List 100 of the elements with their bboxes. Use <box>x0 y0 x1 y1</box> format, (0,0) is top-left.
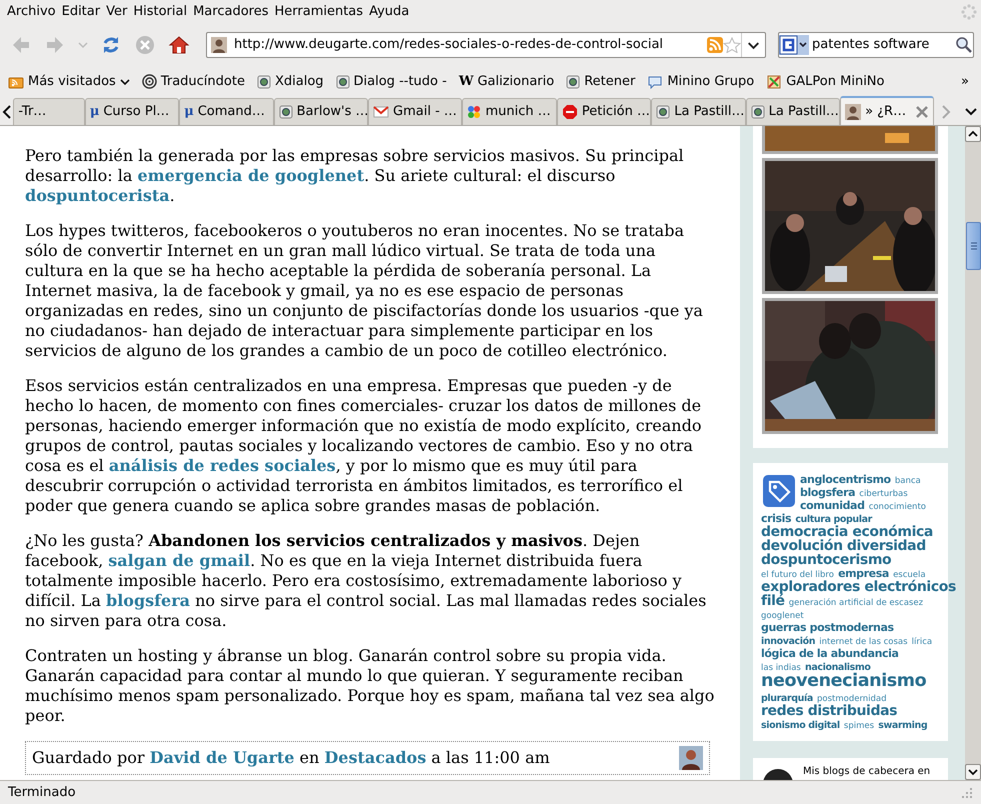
mail-icon <box>373 106 390 118</box>
bookmark-item[interactable]: Dialog --tudo - <box>332 70 451 94</box>
link[interactable]: David de Ugarte <box>150 748 294 767</box>
paragraph: Esos servicios están centralizados en una empresa. Empresas que pueden -y de hecho lo hacen, de momento con fines comerciales- cruzar los datos de millones de personas, haciendo emerger información que no existía de modo explícito, creando grupos de control, pautas sociales y localizando vectores de cambio. Eso y no otra cosa es el análisis de redes sociales, y por lo mismo que es muy útil para descubrir corrupción o actividad terrorista en ámbitos limitados, es terrorífico el poder que genera cuando se aplica sobre grandes masas de población. <box>25 376 702 516</box>
link[interactable]: dospuntocerista <box>25 186 170 205</box>
tag-link[interactable]: ciberturbas <box>859 489 908 499</box>
menu-item[interactable]: Editar <box>58 0 104 25</box>
bookmark-item[interactable]: Minino Grupo <box>643 70 758 94</box>
tag-link[interactable]: conocimiento <box>868 502 926 512</box>
tag-link[interactable]: las indias <box>761 663 801 673</box>
tag-link[interactable]: dospuntocerismo <box>761 552 892 568</box>
search-field[interactable]: patentes software <box>809 35 955 55</box>
bookmark-item[interactable]: Más visitados <box>4 70 134 94</box>
paragraph: Los hypes twitteros, facebookeros o youtuberos no eran inocentes. No se trataba sólo de convertir Internet en un gran mall lúdico virtual. Se trata de toda una cultura en la que se ha hecho aceptable la pérdida de soberanía personal. La Internet masiva, la de facebook y gmail, ya no es ese espacio de personas organizadas en redes, sino un conjunto de piscifactorías donde los usuarios -que ya no ciudadanos- han dejado de interactuar para simplemente participar en los servicios de alguno de los grandes a cambio de un poco de cotilleo electrónico. <box>25 221 704 361</box>
bookmark-item[interactable]: Traducíndote <box>138 70 249 94</box>
letter-icon: μ <box>90 102 100 122</box>
tab[interactable]: » ¿R… <box>840 96 934 125</box>
tag-link[interactable]: spimes <box>844 720 874 730</box>
tag-link[interactable]: empresa <box>838 567 889 580</box>
link[interactable]: emergencia de googlenet <box>137 166 364 185</box>
tag-link[interactable]: sionismo digital <box>761 720 840 730</box>
url-field[interactable]: http://www.deugarte.com/redes-sociales-o-redes-de-control-social <box>231 35 707 55</box>
tag-link[interactable]: googlenet <box>761 611 804 621</box>
tag-link[interactable]: blogsfera <box>800 486 856 499</box>
rss-icon <box>707 37 723 53</box>
tag-link[interactable]: banca <box>894 476 921 486</box>
tag-icon <box>763 475 795 507</box>
star-icon[interactable] <box>723 37 741 53</box>
tag-link[interactable]: filé <box>761 593 785 609</box>
tag-link[interactable]: postmodernidad <box>816 694 887 704</box>
scroll-down-icon[interactable] <box>968 768 978 776</box>
speech-bubble-icon <box>647 74 664 88</box>
bookmark-item[interactable]: Xdialog <box>252 70 328 94</box>
home-icon[interactable] <box>168 34 190 56</box>
tab[interactable]: Barlow's … <box>274 98 368 125</box>
tab[interactable]: La Pastill… <box>651 98 746 125</box>
tag-link[interactable]: el futuro del libro <box>761 570 834 580</box>
scroll-left-icon[interactable] <box>2 104 12 118</box>
tag-link[interactable]: comunidad <box>800 499 865 512</box>
link[interactable]: salgan de gmail <box>108 551 250 570</box>
avatar-icon <box>679 746 703 770</box>
search-icon[interactable] <box>955 36 973 54</box>
link[interactable]: análisis de redes sociales <box>108 456 336 475</box>
menu-item[interactable]: Herramientas <box>272 0 366 25</box>
byline: Guardado por David de Ugarte en Destacados a las 11:00 am <box>32 748 551 768</box>
tag-link[interactable]: internet de las cosas <box>819 637 908 647</box>
tag-link[interactable]: escuela <box>893 570 926 580</box>
tag-link[interactable]: lógica de la abundancia <box>761 647 899 660</box>
tag-link[interactable]: guerras postmodernas <box>761 621 894 634</box>
tag-link[interactable]: diversidad <box>846 538 926 554</box>
tools-icon <box>766 74 782 90</box>
dots-icon <box>467 105 482 119</box>
menu-item[interactable]: Ver <box>103 0 130 25</box>
paragraph: Contraten un hosting y ábranse un blog. Ganarán control sobre su propia vida. Ganarán capacidad para contar al mundo lo que quieran. Y seguramente reciban muchísimo menos spam personalizado. Porque hoy es spam, mañana tal vez sea algo peor. <box>25 646 716 726</box>
scrollbar-thumb[interactable] <box>966 222 981 270</box>
close-icon[interactable] <box>915 104 930 118</box>
scroll-up-icon[interactable] <box>968 130 978 138</box>
tag-link[interactable]: cultura popular <box>795 514 872 525</box>
stop-sign-icon <box>562 104 578 120</box>
search-engine-icon[interactable] <box>779 35 809 55</box>
menu-item[interactable]: Marcadores <box>190 0 272 25</box>
bookmark-item[interactable]: GALPon MiniNo <box>762 70 888 94</box>
tag-link[interactable]: exploradores electrónicos <box>761 579 956 595</box>
status-text: Terminado <box>8 784 77 802</box>
tab[interactable]: La Pastill… <box>746 98 840 125</box>
tab[interactable]: μ Comand… <box>179 98 274 125</box>
throbber-icon <box>961 4 977 20</box>
tab[interactable]: munich … <box>462 98 557 125</box>
tag-link[interactable]: plurarquía <box>761 692 813 704</box>
tag-link[interactable]: devolución <box>761 538 843 554</box>
paragraph: ¿No les gusta? Abandonen los servicios centralizados y masivos. Dejen facebook, salgan de gmail. No es que en la vieja Internet distribuida fuera totalmente imposible hacerlo. Pero era costosísimo, extremadamente laborioso y difícil. La blogsfera no sirve para el control social. Las mal llamadas redes sociales no sirven para otra cosa. <box>25 531 708 631</box>
grip-icon <box>970 242 976 250</box>
link[interactable]: Destacados <box>324 748 426 767</box>
tag-link[interactable]: anglocentrismo <box>800 473 891 486</box>
address-bar[interactable]: http://www.deugarte.com/redes-sociales-o-redes-de-control-social <box>206 32 766 58</box>
tab[interactable]: μ Curso Pl… <box>84 98 180 125</box>
tag-link[interactable]: crisis <box>761 512 792 525</box>
tag-link[interactable]: lírica <box>912 637 932 647</box>
tag-link[interactable]: nacionalismo <box>804 662 871 673</box>
bookmark-item[interactable]: W Galizionario <box>454 70 558 94</box>
feed-folder-icon <box>8 74 24 88</box>
menu-item[interactable]: Archivo <box>4 0 59 25</box>
tab-list-icon[interactable] <box>965 106 978 116</box>
tag-link[interactable]: innovación <box>761 636 816 647</box>
tab[interactable]: -Tr… <box>13 98 85 125</box>
search-bar[interactable]: patentes software <box>778 32 974 58</box>
tag-link[interactable]: swarming <box>878 720 928 730</box>
menu-item[interactable]: Historial <box>130 0 190 25</box>
more-bookmarks-button[interactable]: » <box>953 72 977 92</box>
bookmark-item[interactable]: Retener <box>562 70 640 94</box>
tab[interactable]: Petición … <box>556 98 652 125</box>
person-icon <box>845 104 862 120</box>
tag-link[interactable]: redes distribuidas <box>761 702 898 718</box>
tag-link[interactable]: generación artificial de escasez <box>788 598 924 608</box>
menu-item[interactable]: Ayuda <box>366 0 412 25</box>
tag-link[interactable]: democracia económica <box>761 524 933 540</box>
tag-link[interactable]: neovenecianismo <box>761 671 926 691</box>
link[interactable]: blogsfera <box>106 591 190 610</box>
letter-icon: W <box>458 72 474 92</box>
tab[interactable]: Gmail - … <box>368 98 462 125</box>
